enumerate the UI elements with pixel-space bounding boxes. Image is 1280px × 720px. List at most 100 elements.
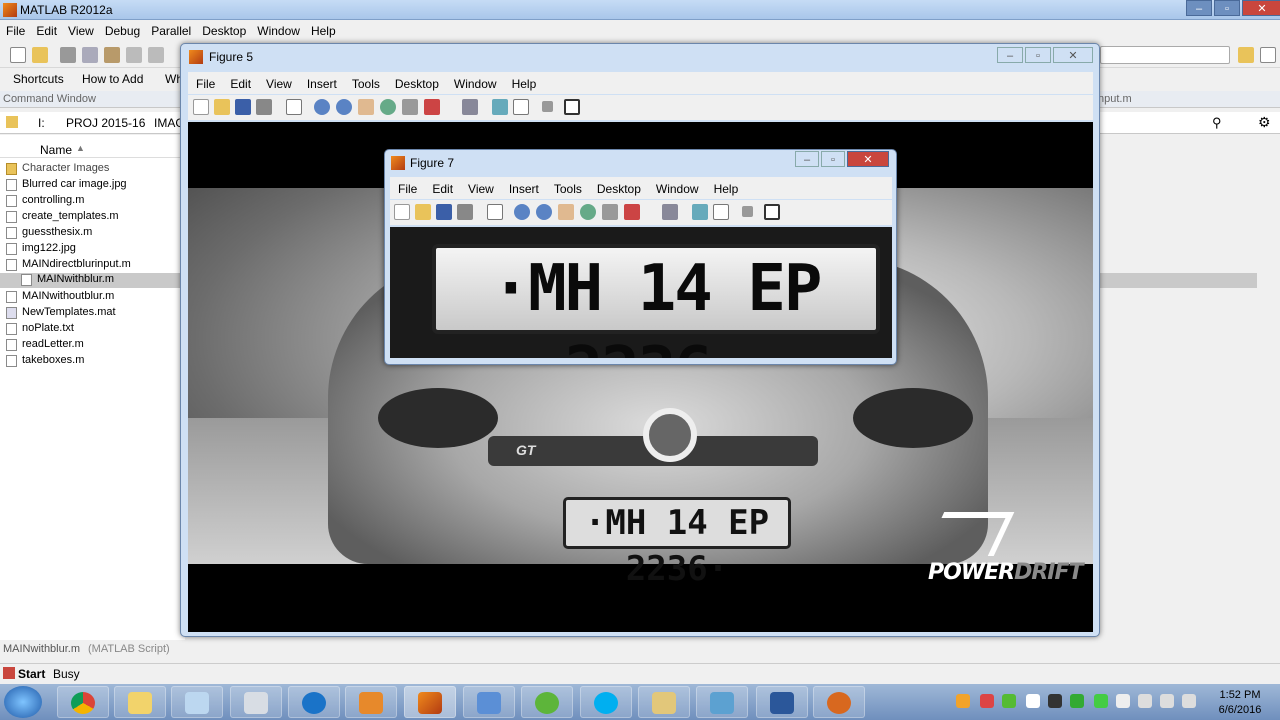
file-item-guessthesix[interactable]: guessthesix.m xyxy=(6,226,92,239)
fig7-menu-view[interactable]: View xyxy=(460,177,501,199)
fig7-menu-tools[interactable]: Tools xyxy=(546,177,589,199)
taskbar-explorer[interactable] xyxy=(114,686,166,718)
data-cursor-icon[interactable] xyxy=(602,204,618,220)
menu-view[interactable]: View xyxy=(66,21,103,41)
fig5-menu-help[interactable]: Help xyxy=(504,72,544,94)
cut-icon[interactable] xyxy=(60,47,76,63)
show-plot-tools-icon[interactable] xyxy=(564,99,580,115)
settings-gear-icon[interactable]: ⚙ xyxy=(1258,114,1271,131)
maximize-button[interactable]: ▫ xyxy=(1214,0,1240,16)
menu-file[interactable]: File xyxy=(4,21,34,41)
taskbar-virtualbox[interactable] xyxy=(463,686,515,718)
zoom-in-icon[interactable] xyxy=(514,204,530,220)
fig5-menu-edit[interactable]: Edit xyxy=(222,72,258,94)
fig7-menu-help[interactable]: Help xyxy=(706,177,746,199)
windows-start-orb-icon[interactable] xyxy=(4,686,42,718)
taskbar-matlab[interactable] xyxy=(404,686,456,718)
hide-plot-tools-icon[interactable] xyxy=(542,101,553,112)
tray-green-icon[interactable] xyxy=(1002,694,1016,708)
taskbar-image-viewer[interactable] xyxy=(696,686,748,718)
taskbar-hand-tool[interactable] xyxy=(813,686,865,718)
new-figure-icon[interactable] xyxy=(394,204,410,220)
undo-icon[interactable] xyxy=(126,47,142,63)
taskbar-calculator[interactable] xyxy=(230,686,282,718)
fig5-menu-desktop[interactable]: Desktop xyxy=(387,72,446,94)
file-item-newtemplates[interactable]: NewTemplates.mat xyxy=(6,306,116,319)
name-column-header[interactable]: Name ▲ xyxy=(0,140,185,158)
menu-parallel[interactable]: Parallel xyxy=(149,21,200,41)
file-item-character-images[interactable]: Character Images xyxy=(6,162,109,175)
fig7-menu-desktop[interactable]: Desktop xyxy=(589,177,648,199)
file-item-controlling[interactable]: controlling.m xyxy=(6,194,84,207)
paste-icon[interactable] xyxy=(104,47,120,63)
path-drive[interactable]: I: xyxy=(38,116,45,130)
figure-7-window[interactable]: Figure 7 – ▫ ✕ File Edit View Insert Too… xyxy=(384,149,897,365)
matlab-titlebar[interactable]: MATLAB R2012a – ▫ ✕ xyxy=(0,0,1280,20)
shortcuts-label[interactable]: Shortcuts xyxy=(13,72,64,86)
start-button-icon[interactable] xyxy=(3,667,15,679)
fig5-menu-window[interactable]: Window xyxy=(446,72,504,94)
legend-icon[interactable] xyxy=(513,99,529,115)
how-to-add-link[interactable]: How to Add xyxy=(82,72,143,86)
close-button[interactable]: ✕ xyxy=(1242,0,1280,16)
file-item-takeboxes[interactable]: takeboxes.m xyxy=(6,354,84,367)
menu-help[interactable]: Help xyxy=(309,21,345,41)
taskbar-teamviewer[interactable] xyxy=(288,686,340,718)
fig5-menu-tools[interactable]: Tools xyxy=(344,72,387,94)
legend-icon[interactable] xyxy=(713,204,729,220)
zoom-out-icon[interactable] xyxy=(336,99,352,115)
tray-flag-icon[interactable] xyxy=(1116,694,1130,708)
system-clock[interactable]: 1:52 PM 6/6/2016 xyxy=(1200,688,1280,718)
file-item-mainwithoutblur[interactable]: MAINwithoutblur.m xyxy=(6,290,114,303)
tray-whatsapp-icon[interactable] xyxy=(1094,694,1108,708)
tray-avast-icon[interactable] xyxy=(956,694,970,708)
fig7-menu-edit[interactable]: Edit xyxy=(424,177,460,199)
zoom-in-icon[interactable] xyxy=(314,99,330,115)
taskbar-media[interactable] xyxy=(345,686,397,718)
right-tab-label[interactable]: nput.m xyxy=(1098,93,1132,105)
taskbar-word[interactable] xyxy=(756,686,808,718)
file-item-noplate[interactable]: noPlate.txt xyxy=(6,322,74,335)
fig7-menu-insert[interactable]: Insert xyxy=(501,177,546,199)
hide-plot-tools-icon[interactable] xyxy=(742,206,753,217)
fig5-close-button[interactable]: ✕ xyxy=(1053,47,1093,63)
file-item-img122[interactable]: img122.jpg xyxy=(6,242,76,255)
tray-tool-icon[interactable] xyxy=(980,694,994,708)
data-cursor-icon[interactable] xyxy=(402,99,418,115)
taskbar-chrome[interactable] xyxy=(57,686,109,718)
new-figure-icon[interactable] xyxy=(193,99,209,115)
pan-hand-icon[interactable] xyxy=(358,99,374,115)
menu-desktop[interactable]: Desktop xyxy=(200,21,255,41)
link-plot-icon[interactable] xyxy=(662,204,678,220)
fig5-menu-insert[interactable]: Insert xyxy=(299,72,344,94)
colorbar-icon[interactable] xyxy=(692,204,708,220)
menu-edit[interactable]: Edit xyxy=(34,21,66,41)
open-file-icon[interactable] xyxy=(214,99,230,115)
fig7-close-button[interactable]: ✕ xyxy=(847,151,889,167)
taskbar-utorrent[interactable] xyxy=(521,686,573,718)
save-icon[interactable] xyxy=(235,99,251,115)
path-folder-proj[interactable]: PROJ 2015-16 xyxy=(66,116,145,130)
fig7-maximize-button[interactable]: ▫ xyxy=(821,151,845,167)
fig5-menu-file[interactable]: File xyxy=(188,72,222,94)
print-icon[interactable] xyxy=(457,204,473,220)
menu-debug[interactable]: Debug xyxy=(103,21,149,41)
fig7-minimize-button[interactable]: – xyxy=(795,151,819,167)
tray-signal-icon[interactable] xyxy=(1182,694,1196,708)
colorbar-icon[interactable] xyxy=(492,99,508,115)
tray-windows-icon[interactable] xyxy=(1026,694,1040,708)
redo-icon[interactable] xyxy=(148,47,164,63)
edit-plot-icon[interactable] xyxy=(487,204,503,220)
file-item-readletter[interactable]: readLetter.m xyxy=(6,338,84,351)
help-icon[interactable] xyxy=(1260,47,1276,63)
show-plot-tools-icon[interactable] xyxy=(764,204,780,220)
fig5-maximize-button[interactable]: ▫ xyxy=(1025,47,1051,63)
start-button[interactable]: Start xyxy=(18,667,45,681)
edit-plot-icon[interactable] xyxy=(286,99,302,115)
search-icon[interactable]: ⚲ xyxy=(1212,115,1222,131)
taskbar-notepad[interactable] xyxy=(171,686,223,718)
open-folder-icon[interactable] xyxy=(32,47,48,63)
link-plot-icon[interactable] xyxy=(462,99,478,115)
rotate-3d-icon[interactable] xyxy=(380,99,396,115)
minimize-button[interactable]: – xyxy=(1186,0,1212,16)
